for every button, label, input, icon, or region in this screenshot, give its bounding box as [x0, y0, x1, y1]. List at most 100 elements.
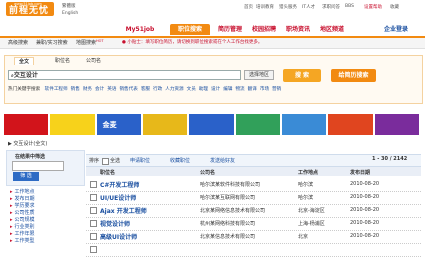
ad-banner[interactable]: 金麦: [96, 114, 141, 135]
ad-banner[interactable]: [189, 114, 234, 135]
ad-banner[interactable]: [282, 114, 327, 135]
qa-link[interactable]: 求职问答: [322, 4, 340, 10]
it-talent-link[interactable]: IT人才: [302, 4, 315, 10]
filter-tree-item[interactable]: ▸ 工作地点: [10, 188, 35, 195]
ad-banner[interactable]: [50, 114, 95, 135]
post-date: 2010-08-20: [350, 207, 380, 213]
resume-search-button[interactable]: 给简历搜索: [331, 69, 376, 82]
col-company[interactable]: 公司名: [200, 169, 215, 176]
job-title-link[interactable]: 视觉设计师: [100, 219, 130, 228]
map-search-link[interactable]: 地图搜索: [76, 39, 96, 46]
hot-keyword-link[interactable]: 财务: [83, 87, 92, 92]
job-location: 北京: [298, 234, 309, 240]
table-header: [86, 167, 421, 176]
hot-keyword-link[interactable]: 设计: [211, 87, 220, 92]
send-friend-button[interactable]: 发送给好友: [210, 157, 235, 164]
hot-keyword-link[interactable]: 文员: [187, 87, 196, 92]
search-input[interactable]: ⌕交互设计: [8, 70, 241, 80]
result-breadcrumb: ▶ 交互设计(全文): [8, 141, 48, 147]
select-all-checkbox[interactable]: [102, 158, 109, 165]
filter-tree-item[interactable]: ▸ 行业类别: [10, 223, 35, 230]
hot-keyword-link[interactable]: 销售代表: [119, 87, 137, 92]
training-link[interactable]: 培训教育: [256, 4, 274, 10]
hot-keyword-link[interactable]: 市场: [260, 87, 269, 92]
filter-tree-item[interactable]: ▸ 公司性质: [10, 209, 35, 216]
row-checkbox[interactable]: [90, 207, 97, 214]
company-link[interactable]: 哈尔滨某互联网有限公司: [200, 194, 255, 201]
job-location: 上海-杨浦区: [298, 221, 325, 227]
nav-campus[interactable]: 校园招聘: [248, 24, 280, 35]
filter-button[interactable]: 筛 选: [13, 172, 39, 181]
filter-tree-item[interactable]: ▸ 公司规模: [10, 216, 35, 223]
job-title-link[interactable]: UI/UE设计师: [100, 193, 136, 202]
col-location[interactable]: 工作地点: [298, 169, 318, 176]
hot-keyword-link[interactable]: 人力资源: [165, 87, 183, 92]
hot-keyword-link[interactable]: 客服: [141, 87, 150, 92]
favorite-button[interactable]: 收藏职位: [170, 157, 190, 164]
ad-banner[interactable]: [328, 114, 373, 135]
filter-title: 在结果中筛选: [15, 154, 46, 160]
filter-input[interactable]: [12, 161, 64, 171]
select-all-label: 全选: [110, 158, 121, 164]
filter-tree-item[interactable]: ▸ 工作年限: [10, 230, 35, 237]
company-link[interactable]: 北京某信息技术有限公司: [200, 233, 255, 240]
row-checkbox[interactable]: [90, 233, 97, 240]
search-button[interactable]: 搜 索: [283, 69, 321, 82]
hot-keyword-link[interactable]: 英语: [107, 87, 116, 92]
nav-job-search[interactable]: 职位搜索: [170, 24, 210, 35]
parttime-search-link[interactable]: 兼职/实习搜索: [36, 39, 68, 46]
nav-resume[interactable]: 简历管理: [214, 24, 246, 35]
help-link[interactable]: 设置帮助: [364, 4, 382, 10]
hot-keyword-link[interactable]: 编辑: [223, 87, 232, 92]
job-title-link[interactable]: Ajax 开发工程师: [100, 206, 147, 215]
headhunter-link[interactable]: 猎头服务: [279, 4, 297, 10]
hot-badge: HOT: [96, 39, 104, 43]
job-title-link[interactable]: 高级UI设计师: [100, 232, 137, 241]
nav-enterprise-login[interactable]: 企业登录: [376, 24, 416, 35]
hot-keyword-link[interactable]: 翻译: [248, 87, 257, 92]
filter-tree-item[interactable]: ▸ 发布日期: [10, 195, 35, 202]
post-date: 2010-08-20: [350, 181, 380, 187]
filter-tree-item[interactable]: ▸ 工作类型: [10, 237, 35, 244]
tip-notice: ● 小贴士：填写职位简历，请切换到职位搜索或在个人工作台找更多。: [122, 40, 263, 45]
post-date: 2010-08-20: [350, 194, 380, 200]
hot-keyword-link[interactable]: 软件工程师: [45, 87, 68, 92]
ad-banner[interactable]: [143, 114, 188, 135]
company-link[interactable]: 哈尔滨某软件科技有限公司: [200, 181, 260, 188]
row-checkbox[interactable]: [90, 220, 97, 227]
favorite-link[interactable]: 收藏: [390, 4, 399, 10]
tab-fulltext[interactable]: 全文: [14, 57, 35, 65]
result-toolbar: 排序 全选 申请职位 收藏职位 发送给好友: [86, 154, 421, 167]
tab-company-name[interactable]: 公司名: [86, 57, 101, 64]
hot-keyword-link[interactable]: 销售: [71, 87, 80, 92]
tab-job-name[interactable]: 职位名: [55, 57, 70, 64]
col-job[interactable]: 职位名: [100, 169, 115, 176]
hot-keywords-label: 热门关键字搜索: [8, 87, 41, 92]
ad-banner[interactable]: [4, 114, 49, 135]
hot-keyword-link[interactable]: 行政: [153, 87, 162, 92]
company-link[interactable]: 北京某网络信息技术有限公司: [200, 207, 265, 214]
advanced-search-link[interactable]: 高级搜索: [8, 39, 28, 46]
row-checkbox[interactable]: [90, 181, 97, 188]
nav-regional[interactable]: 地区频道: [316, 24, 348, 35]
hot-keyword-link[interactable]: 物流: [235, 87, 244, 92]
hot-keyword-link[interactable]: 助理: [199, 87, 208, 92]
nav-my51job[interactable]: My51job: [122, 24, 158, 35]
ad-banner[interactable]: [374, 114, 419, 135]
ad-banner[interactable]: [235, 114, 280, 135]
hot-keyword-link[interactable]: 会计: [95, 87, 104, 92]
filter-tree-item[interactable]: ▸ 学历要求: [10, 202, 35, 209]
bbs-link[interactable]: BBS: [345, 4, 354, 9]
nav-career-news[interactable]: 职场资讯: [282, 24, 314, 35]
apply-button[interactable]: 申请职位: [130, 157, 150, 164]
ad-banner-strip: 金麦: [4, 114, 421, 135]
job-title-link[interactable]: C#开发工程师: [100, 180, 139, 189]
lang-english-link[interactable]: English: [62, 11, 78, 16]
row-checkbox[interactable]: [90, 194, 97, 201]
home-link[interactable]: 首页: [244, 4, 253, 10]
lang-traditional-link[interactable]: 繁體版: [62, 3, 76, 9]
col-date[interactable]: 发布日期: [350, 169, 370, 176]
company-link[interactable]: 杭州某网络科技有限公司: [200, 220, 255, 227]
select-area-button[interactable]: 选择地区: [244, 70, 274, 80]
hot-keyword-link[interactable]: 营销: [272, 87, 281, 92]
